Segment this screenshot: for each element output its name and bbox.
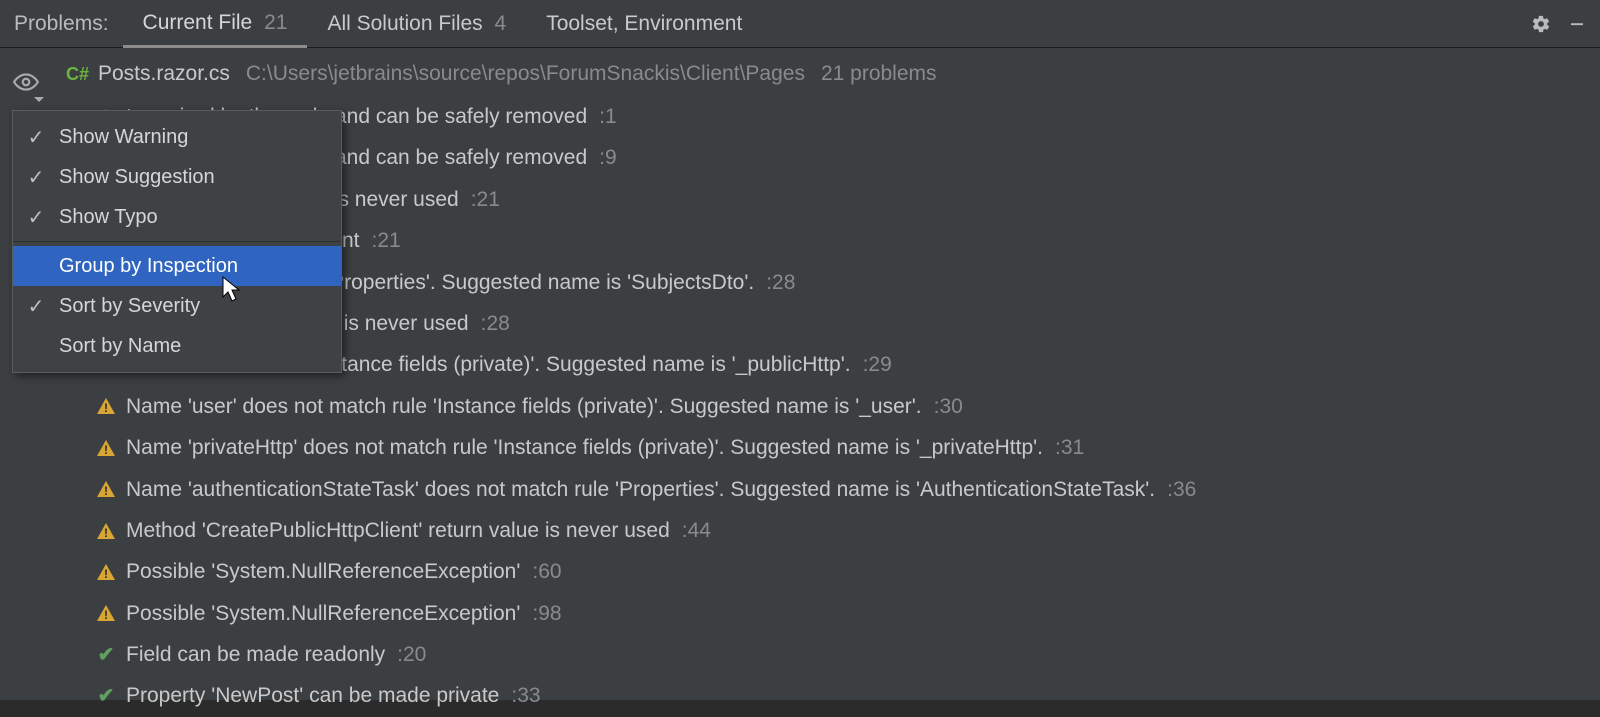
tab-current-file[interactable]: Current File 21 bbox=[123, 0, 308, 48]
issue-line-number: :9 bbox=[599, 143, 617, 172]
menu-item-label: Show Warning bbox=[59, 126, 188, 149]
issue-row[interactable]: ✔ Property 'NewPost' can be made private:… bbox=[92, 675, 1590, 716]
eye-icon bbox=[13, 72, 39, 92]
issue-text: Name 'authenticationStateTask' does not … bbox=[126, 475, 1155, 504]
menu-item-label: Sort by Severity bbox=[59, 295, 200, 318]
issue-line-number: :44 bbox=[682, 516, 711, 545]
tab-label: Toolset, Environment bbox=[546, 12, 742, 35]
issue-row[interactable]: Method 'CreatePublicHttpClient' return v… bbox=[92, 510, 1590, 551]
file-header[interactable]: C# Posts.razor.cs C:\Users\jetbrains\sou… bbox=[62, 62, 1590, 86]
check-icon: ✓ bbox=[27, 165, 45, 190]
chevron-down-icon bbox=[34, 97, 44, 102]
view-options-menu: ✓ Show Warning ✓ Show Suggestion ✓ Show … bbox=[12, 110, 342, 373]
warning-icon bbox=[96, 397, 116, 415]
tab-all-solution-files[interactable]: All Solution Files 4 bbox=[307, 0, 526, 48]
menu-separator bbox=[13, 241, 341, 242]
check-icon: ✓ bbox=[27, 294, 45, 319]
issue-line-number: :31 bbox=[1055, 433, 1084, 462]
warning-icon bbox=[96, 604, 116, 622]
menu-item-label: Show Suggestion bbox=[59, 166, 215, 189]
issue-line-number: :1 bbox=[599, 102, 617, 131]
issue-line-number: :21 bbox=[471, 185, 500, 214]
issue-line-number: :30 bbox=[934, 392, 963, 421]
warning-icon bbox=[96, 522, 116, 540]
issue-row[interactable]: Possible 'System.NullReferenceException'… bbox=[92, 593, 1590, 634]
issue-text: Field can be made readonly bbox=[126, 640, 385, 669]
tab-label: Current File bbox=[143, 11, 253, 34]
file-problem-count: 21 problems bbox=[821, 62, 937, 86]
suggestion-ok-icon: ✔ bbox=[96, 646, 116, 664]
issue-row[interactable]: Name 'authenticationStateTask' does not … bbox=[92, 469, 1590, 510]
problems-label: Problems: bbox=[10, 0, 123, 48]
warning-icon bbox=[96, 439, 116, 457]
issue-line-number: :98 bbox=[532, 599, 561, 628]
file-path: C:\Users\jetbrains\source\repos\ForumSna… bbox=[246, 62, 805, 86]
file-name: Posts.razor.cs bbox=[98, 62, 230, 86]
warning-icon bbox=[96, 480, 116, 498]
gear-icon bbox=[1531, 14, 1551, 34]
issue-line-number: :29 bbox=[863, 350, 892, 379]
menu-item-label: Show Typo bbox=[59, 206, 158, 229]
check-icon: ✓ bbox=[27, 125, 45, 150]
minimize-button[interactable] bbox=[1564, 11, 1590, 37]
issue-text: Property 'NewPost' can be made private bbox=[126, 681, 499, 710]
csharp-file-icon: C# bbox=[66, 64, 90, 85]
tab-label: All Solution Files bbox=[327, 12, 482, 35]
issue-text: Method 'CreatePublicHttpClient' return v… bbox=[126, 516, 670, 545]
menu-sort-by-severity[interactable]: ✓ Sort by Severity bbox=[13, 286, 341, 326]
issue-line-number: :33 bbox=[511, 681, 540, 710]
issue-line-number: :28 bbox=[766, 268, 795, 297]
tab-toolset-environment[interactable]: Toolset, Environment bbox=[526, 0, 762, 48]
menu-group-by-inspection[interactable]: Group by Inspection bbox=[13, 246, 341, 286]
issue-line-number: :36 bbox=[1167, 475, 1196, 504]
issue-row[interactable]: Name 'privateHttp' does not match rule '… bbox=[92, 427, 1590, 468]
issue-line-number: :21 bbox=[372, 226, 401, 255]
issue-text: Name 'user' does not match rule 'Instanc… bbox=[126, 392, 922, 421]
warning-icon bbox=[96, 563, 116, 581]
check-icon: ✓ bbox=[27, 205, 45, 230]
suggestion-ok-icon: ✔ bbox=[96, 687, 116, 705]
issue-line-number: :60 bbox=[532, 557, 561, 586]
issue-text: Possible 'System.NullReferenceException' bbox=[126, 557, 520, 586]
tab-count: 4 bbox=[495, 12, 507, 35]
menu-show-suggestion[interactable]: ✓ Show Suggestion bbox=[13, 157, 341, 197]
issue-row[interactable]: ✔ Field can be made readonly :20 bbox=[92, 634, 1590, 675]
problems-tabbar: Problems: Current File 21 All Solution F… bbox=[0, 0, 1600, 48]
minimize-icon bbox=[1568, 15, 1586, 33]
issue-text: Possible 'System.NullReferenceException' bbox=[126, 599, 520, 628]
menu-sort-by-name[interactable]: Sort by Name bbox=[13, 326, 341, 366]
issue-text: Name 'privateHttp' does not match rule '… bbox=[126, 433, 1043, 462]
issue-row[interactable]: Possible 'System.NullReferenceException'… bbox=[92, 551, 1590, 592]
issue-line-number: :28 bbox=[481, 309, 510, 338]
issue-row[interactable]: Name 'user' does not match rule 'Instanc… bbox=[92, 386, 1590, 427]
menu-show-typo[interactable]: ✓ Show Typo bbox=[13, 197, 341, 237]
menu-item-label: Sort by Name bbox=[59, 335, 181, 358]
issue-line-number: :20 bbox=[397, 640, 426, 669]
menu-item-label: Group by Inspection bbox=[59, 255, 238, 278]
tab-count: 21 bbox=[264, 11, 287, 34]
view-options-button[interactable] bbox=[8, 66, 44, 98]
menu-show-warning[interactable]: ✓ Show Warning bbox=[13, 117, 341, 157]
settings-button[interactable] bbox=[1528, 11, 1554, 37]
